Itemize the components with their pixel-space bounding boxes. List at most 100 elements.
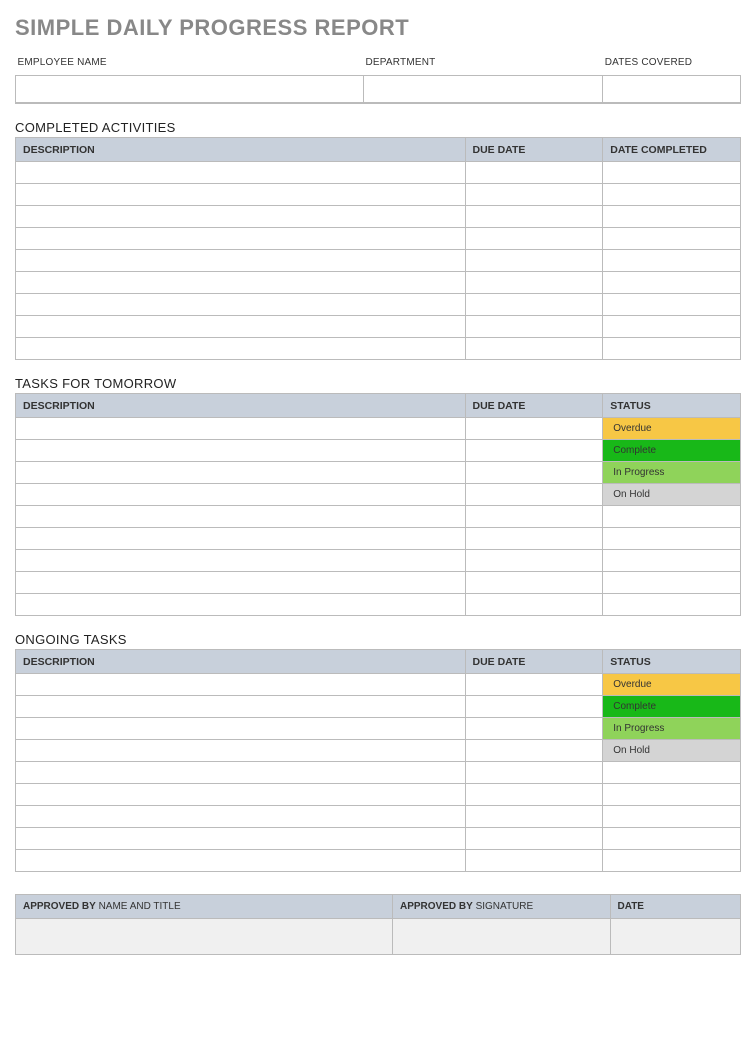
- approved-signature-input[interactable]: [393, 919, 611, 955]
- cell-status[interactable]: In Progress: [603, 462, 741, 484]
- table-row: In Progress: [16, 718, 741, 740]
- cell-done[interactable]: [603, 272, 741, 294]
- cell-status[interactable]: In Progress: [603, 718, 741, 740]
- cell-due[interactable]: [465, 418, 603, 440]
- employee-input[interactable]: [16, 75, 364, 103]
- cell-due[interactable]: [465, 696, 603, 718]
- cell-due[interactable]: [465, 294, 603, 316]
- cell-status[interactable]: [603, 528, 741, 550]
- cell-status[interactable]: [603, 784, 741, 806]
- cell-desc[interactable]: [16, 316, 466, 338]
- cell-desc[interactable]: [16, 674, 466, 696]
- cell-due[interactable]: [465, 506, 603, 528]
- cell-due[interactable]: [465, 184, 603, 206]
- cell-status[interactable]: [603, 762, 741, 784]
- table-row: [16, 784, 741, 806]
- cell-due[interactable]: [465, 462, 603, 484]
- cell-desc[interactable]: [16, 784, 466, 806]
- approval-date-input[interactable]: [610, 919, 741, 955]
- cell-due[interactable]: [465, 228, 603, 250]
- cell-due[interactable]: [465, 250, 603, 272]
- cell-done[interactable]: [603, 206, 741, 228]
- approved-by-input[interactable]: [16, 919, 393, 955]
- cell-desc[interactable]: [16, 184, 466, 206]
- cell-status[interactable]: [603, 850, 741, 872]
- cell-desc[interactable]: [16, 572, 466, 594]
- cell-desc[interactable]: [16, 250, 466, 272]
- cell-done[interactable]: [603, 228, 741, 250]
- cell-desc[interactable]: [16, 206, 466, 228]
- cell-due[interactable]: [465, 338, 603, 360]
- cell-due[interactable]: [465, 440, 603, 462]
- cell-status[interactable]: [603, 506, 741, 528]
- cell-desc[interactable]: [16, 828, 466, 850]
- cell-due[interactable]: [465, 850, 603, 872]
- cell-desc[interactable]: [16, 418, 466, 440]
- approval-date-label: DATE: [610, 895, 741, 919]
- cell-desc[interactable]: [16, 696, 466, 718]
- cell-status[interactable]: On Hold: [603, 740, 741, 762]
- cell-desc[interactable]: [16, 272, 466, 294]
- cell-desc[interactable]: [16, 718, 466, 740]
- cell-due[interactable]: [465, 762, 603, 784]
- cell-due[interactable]: [465, 528, 603, 550]
- cell-status[interactable]: Complete: [603, 696, 741, 718]
- cell-status[interactable]: [603, 572, 741, 594]
- cell-due[interactable]: [465, 718, 603, 740]
- cell-status[interactable]: Overdue: [603, 674, 741, 696]
- cell-due[interactable]: [465, 550, 603, 572]
- completed-heading: COMPLETED ACTIVITIES: [15, 120, 741, 135]
- cell-status[interactable]: On Hold: [603, 484, 741, 506]
- cell-due[interactable]: [465, 784, 603, 806]
- cell-desc[interactable]: [16, 762, 466, 784]
- cell-desc[interactable]: [16, 228, 466, 250]
- cell-done[interactable]: [603, 250, 741, 272]
- cell-due[interactable]: [465, 272, 603, 294]
- cell-status[interactable]: [603, 594, 741, 616]
- cell-status[interactable]: Complete: [603, 440, 741, 462]
- cell-desc[interactable]: [16, 740, 466, 762]
- table-row: [16, 594, 741, 616]
- col-description: DESCRIPTION: [16, 138, 466, 162]
- cell-desc[interactable]: [16, 594, 466, 616]
- cell-status[interactable]: Overdue: [603, 418, 741, 440]
- cell-status[interactable]: [603, 550, 741, 572]
- cell-done[interactable]: [603, 338, 741, 360]
- cell-due[interactable]: [465, 162, 603, 184]
- cell-due[interactable]: [465, 572, 603, 594]
- col-status: STATUS: [603, 394, 741, 418]
- cell-desc[interactable]: [16, 338, 466, 360]
- cell-due[interactable]: [465, 828, 603, 850]
- cell-done[interactable]: [603, 184, 741, 206]
- cell-due[interactable]: [465, 674, 603, 696]
- cell-desc[interactable]: [16, 462, 466, 484]
- cell-desc[interactable]: [16, 806, 466, 828]
- cell-due[interactable]: [465, 316, 603, 338]
- cell-desc[interactable]: [16, 850, 466, 872]
- cell-desc[interactable]: [16, 484, 466, 506]
- table-row: [16, 572, 741, 594]
- cell-desc[interactable]: [16, 528, 466, 550]
- cell-desc[interactable]: [16, 162, 466, 184]
- cell-done[interactable]: [603, 294, 741, 316]
- table-row: [16, 228, 741, 250]
- table-row: Complete: [16, 440, 741, 462]
- dates-input[interactable]: [603, 75, 741, 103]
- cell-desc[interactable]: [16, 294, 466, 316]
- cell-desc[interactable]: [16, 550, 466, 572]
- approved-by-label: APPROVED BY NAME AND TITLE: [16, 895, 393, 919]
- cell-status[interactable]: [603, 828, 741, 850]
- cell-due[interactable]: [465, 806, 603, 828]
- cell-due[interactable]: [465, 484, 603, 506]
- cell-due[interactable]: [465, 740, 603, 762]
- cell-desc[interactable]: [16, 506, 466, 528]
- cell-status[interactable]: [603, 806, 741, 828]
- cell-done[interactable]: [603, 316, 741, 338]
- cell-desc[interactable]: [16, 440, 466, 462]
- cell-due[interactable]: [465, 206, 603, 228]
- cell-done[interactable]: [603, 162, 741, 184]
- col-due-date: DUE DATE: [465, 394, 603, 418]
- department-input[interactable]: [364, 75, 603, 103]
- cell-due[interactable]: [465, 594, 603, 616]
- table-row: Overdue: [16, 418, 741, 440]
